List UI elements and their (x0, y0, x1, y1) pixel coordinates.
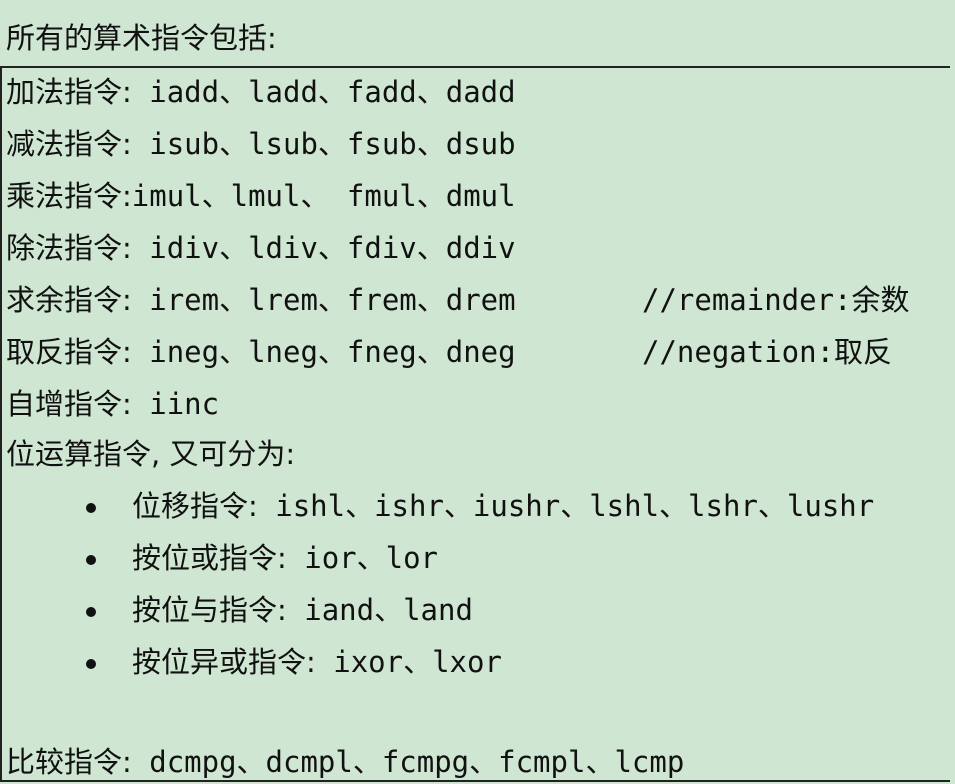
row-compare: 比较指令: dcmpg、dcmpl、fcmpg、fcmpl、lcmp (6, 742, 684, 782)
bullet-dot (86, 555, 96, 565)
bullet-code: ixor、lxor (333, 645, 502, 679)
bullet-dot (86, 659, 96, 669)
bullet-item-and: 按位与指令: iand、land (132, 590, 473, 630)
row-label: 求余指令: (6, 283, 132, 317)
row-neg: 取反指令: ineg、lneg、fneg、dneg (6, 332, 516, 372)
row-label: 乘法指令: (6, 179, 132, 213)
row-label: 位运算指令, 又可分为: (6, 437, 296, 471)
bullet-dot (86, 607, 96, 617)
row-code: ineg、lneg、fneg、dneg (149, 335, 516, 369)
row-code: idiv、ldiv、fdiv、ddiv (149, 231, 516, 265)
row-code: irem、lrem、frem、drem (149, 283, 516, 317)
page-heading: 所有的算术指令包括: (6, 21, 277, 55)
row-comment: //negation:取反 (642, 335, 893, 369)
row-code: imul、lmul、 fmul、dmul (131, 179, 516, 213)
row-mul: 乘法指令:imul、lmul、 fmul、dmul (6, 176, 516, 216)
bullet-label: 位移指令: (132, 489, 258, 523)
row-label: 比较指令: (6, 745, 132, 779)
bullet-code: ishl、ishr、iushr、lshl、lshr、lushr (275, 489, 875, 523)
row-sub: 减法指令: isub、lsub、fsub、dsub (6, 124, 516, 164)
row-bitwise: 位运算指令, 又可分为: (6, 434, 295, 474)
row-code: iadd、ladd、fadd、dadd (149, 75, 516, 109)
row-label: 减法指令: (6, 127, 132, 161)
bullet-code: ior、lor (304, 541, 439, 575)
row-label: 加法指令: (6, 75, 132, 109)
row-inc: 自增指令: iinc (6, 384, 219, 424)
row-div: 除法指令: idiv、ldiv、fdiv、ddiv (6, 228, 516, 268)
bullet-item-shift: 位移指令: ishl、ishr、iushr、lshl、lshr、lushr (132, 486, 874, 526)
row-comment: //remainder:余数 (642, 283, 910, 317)
row-label: 取反指令: (6, 335, 132, 369)
row-code: iinc (149, 387, 220, 421)
bullet-code: iand、land (304, 593, 473, 627)
row-code: dcmpg、dcmpl、fcmpg、fcmpl、lcmp (149, 745, 685, 779)
bullet-item-or: 按位或指令: ior、lor (132, 538, 438, 578)
bullet-label: 按位异或指令: (132, 645, 316, 679)
bullet-item-xor: 按位异或指令: ixor、lxor (132, 642, 502, 682)
row-rem: 求余指令: irem、lrem、frem、drem (6, 280, 516, 320)
bullet-label: 按位与指令: (132, 593, 287, 627)
row-code: isub、lsub、fsub、dsub (149, 127, 516, 161)
row-add: 加法指令: iadd、ladd、fadd、dadd (6, 72, 516, 112)
instruction-box: 加法指令: iadd、ladd、fadd、dadd 减法指令: isub、lsu… (0, 66, 950, 782)
bullet-dot (86, 503, 96, 513)
bullet-label: 按位或指令: (132, 541, 287, 575)
row-label: 除法指令: (6, 231, 132, 265)
row-label: 自增指令: (6, 387, 132, 421)
